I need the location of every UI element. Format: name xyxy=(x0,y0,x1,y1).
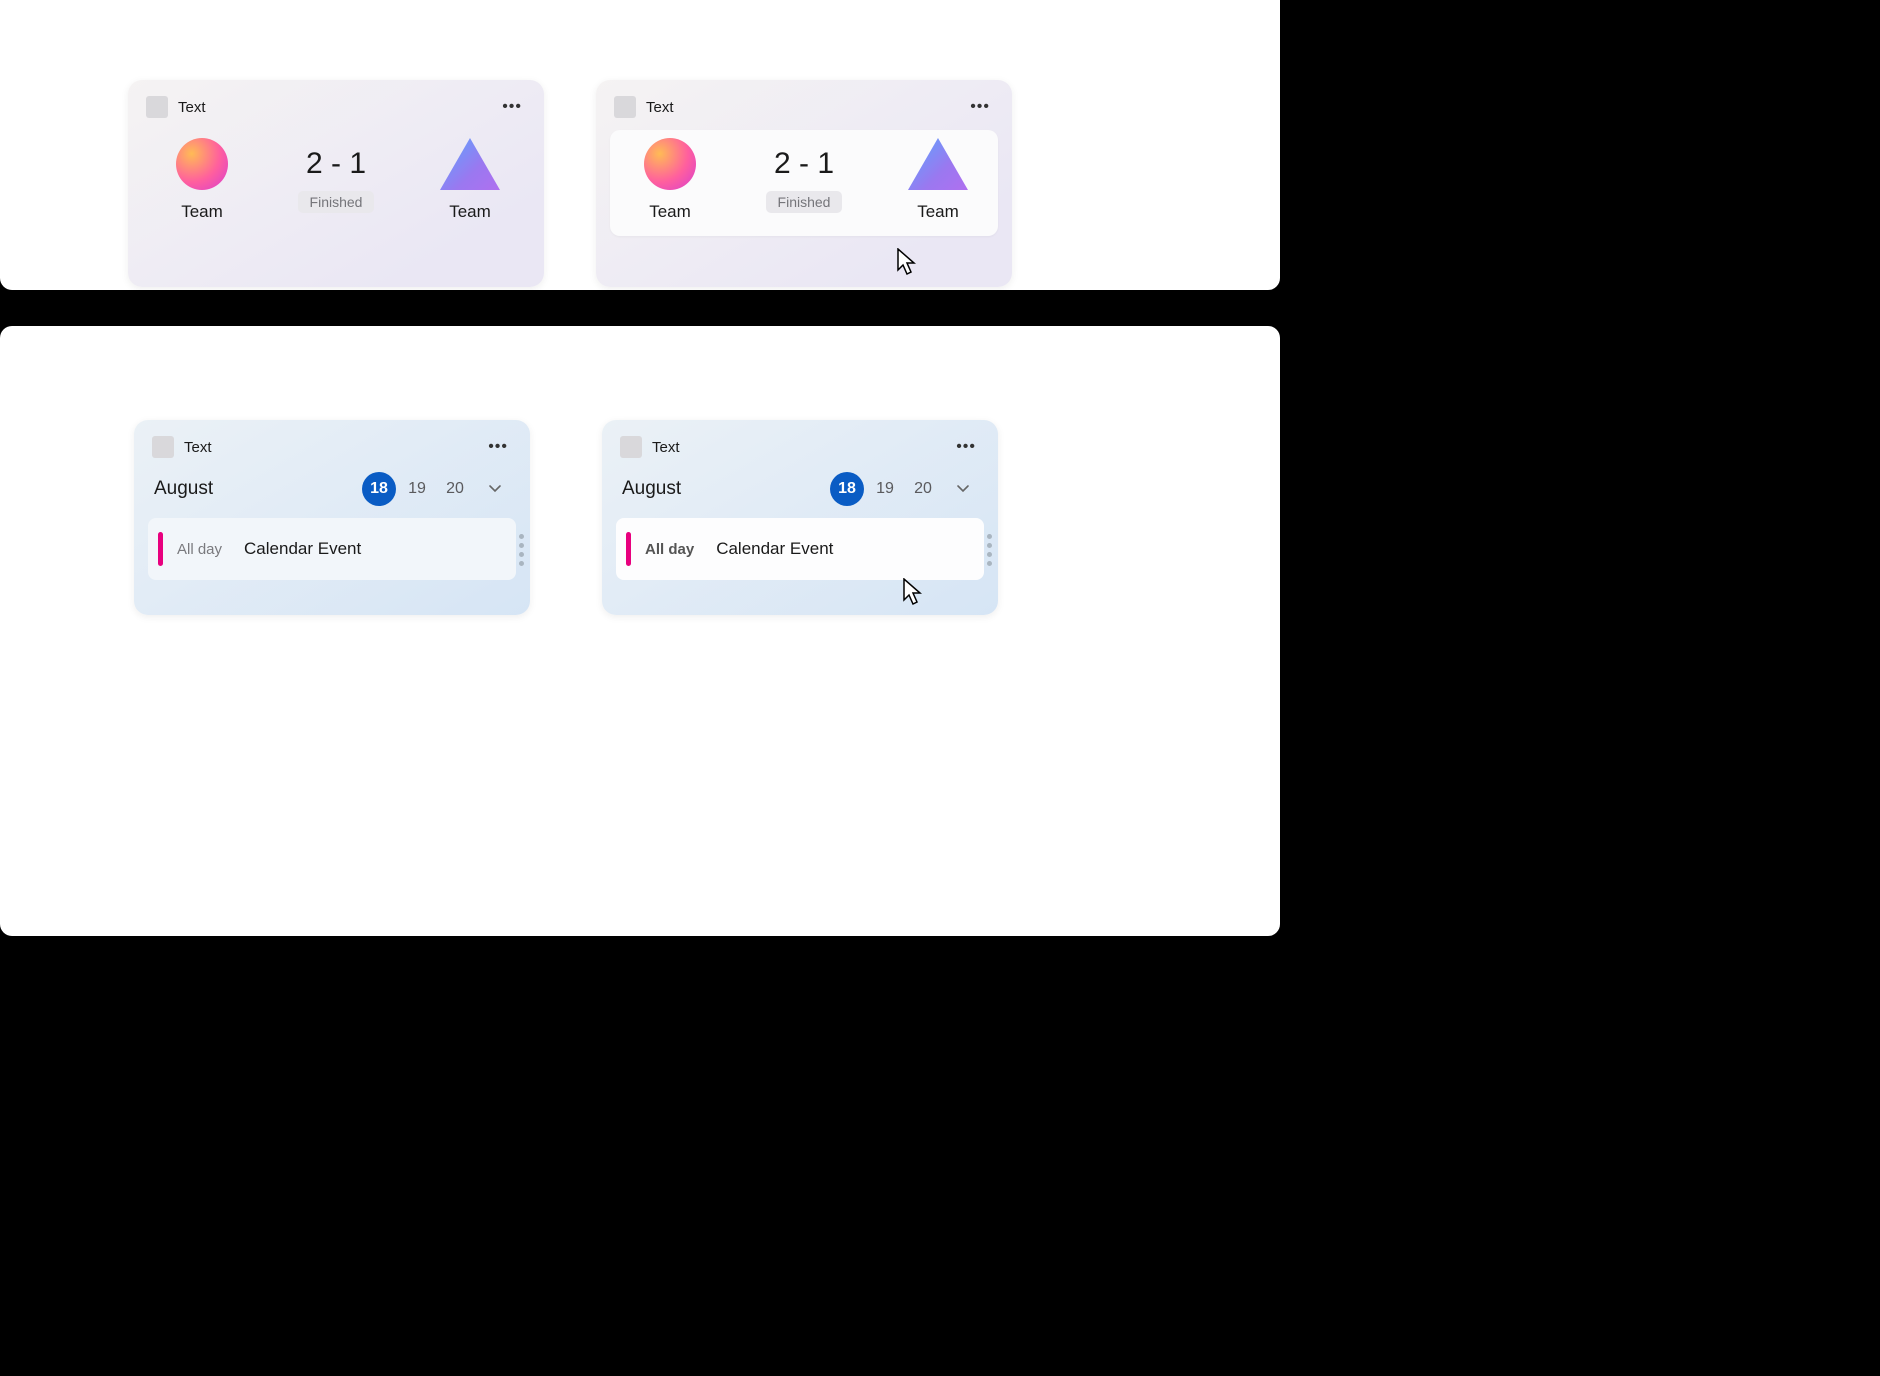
calendar-date-row: August 18 19 20 xyxy=(602,470,998,514)
month-label: August xyxy=(622,478,828,500)
month-label: August xyxy=(154,478,360,500)
scroll-indicator-dots xyxy=(987,534,992,566)
match-status: Finished xyxy=(298,191,375,213)
score-body[interactable]: Team 2 - 1 Finished Team xyxy=(128,130,544,222)
team-a-logo xyxy=(176,138,228,190)
widget-title: Text xyxy=(178,99,498,116)
calendar-widget-rest[interactable]: Text ••• August 18 19 20 All day Calenda… xyxy=(134,420,530,615)
more-options-button[interactable]: ••• xyxy=(952,434,980,460)
event-color-accent xyxy=(626,532,631,566)
event-color-accent xyxy=(158,532,163,566)
more-options-button[interactable]: ••• xyxy=(498,94,526,120)
day-20[interactable]: 20 xyxy=(906,472,940,506)
cursor-icon xyxy=(896,248,918,276)
day-19[interactable]: 19 xyxy=(400,472,434,506)
day-18[interactable]: 18 xyxy=(362,472,396,506)
chevron-down-icon[interactable] xyxy=(948,474,978,504)
score-value: 2 - 1 xyxy=(774,147,834,181)
widget-header: Text ••• xyxy=(596,80,1012,130)
cursor-icon xyxy=(902,578,924,606)
sports-score-widget-rest[interactable]: Text ••• Team 2 - 1 Finished Team xyxy=(128,80,544,287)
app-icon-placeholder xyxy=(152,436,174,458)
team-b-label: Team xyxy=(917,202,959,222)
app-icon-placeholder xyxy=(614,96,636,118)
team-a: Team xyxy=(630,138,710,222)
widget-title: Text xyxy=(652,439,952,456)
team-b-logo xyxy=(440,138,500,190)
event-title: Calendar Event xyxy=(244,539,361,559)
calendar-widget-hover[interactable]: Text ••• August 18 19 20 All day Calenda… xyxy=(602,420,998,615)
team-a-logo xyxy=(644,138,696,190)
team-a-label: Team xyxy=(181,202,223,222)
app-icon-placeholder xyxy=(620,436,642,458)
widget-title: Text xyxy=(646,99,966,116)
widget-header: Text ••• xyxy=(602,420,998,470)
more-options-button[interactable]: ••• xyxy=(966,94,994,120)
day-18[interactable]: 18 xyxy=(830,472,864,506)
calendar-event-row-hover[interactable]: All day Calendar Event xyxy=(616,518,984,580)
event-time: All day xyxy=(645,541,694,558)
day-20[interactable]: 20 xyxy=(438,472,472,506)
widget-title: Text xyxy=(184,439,484,456)
team-a-label: Team xyxy=(649,202,691,222)
score-body-hover[interactable]: Team 2 - 1 Finished Team xyxy=(610,130,998,236)
calendar-event-row[interactable]: All day Calendar Event xyxy=(148,518,516,580)
match-status: Finished xyxy=(766,191,843,213)
more-options-button[interactable]: ••• xyxy=(484,434,512,460)
sports-score-widget-hover[interactable]: Text ••• Team 2 - 1 Finished Team xyxy=(596,80,1012,287)
scroll-indicator-dots xyxy=(519,534,524,566)
score-center: 2 - 1 Finished xyxy=(298,147,375,213)
event-title: Calendar Event xyxy=(716,539,833,559)
score-center: 2 - 1 Finished xyxy=(766,147,843,213)
team-b: Team xyxy=(898,138,978,222)
chevron-down-icon[interactable] xyxy=(480,474,510,504)
widget-header: Text ••• xyxy=(134,420,530,470)
score-value: 2 - 1 xyxy=(306,147,366,181)
day-19[interactable]: 19 xyxy=(868,472,902,506)
widget-header: Text ••• xyxy=(128,80,544,130)
app-icon-placeholder xyxy=(146,96,168,118)
team-b-label: Team xyxy=(449,202,491,222)
team-a: Team xyxy=(162,138,242,222)
calendar-date-row: August 18 19 20 xyxy=(134,470,530,514)
event-time: All day xyxy=(177,541,222,558)
team-b-logo xyxy=(908,138,968,190)
team-b: Team xyxy=(430,138,510,222)
